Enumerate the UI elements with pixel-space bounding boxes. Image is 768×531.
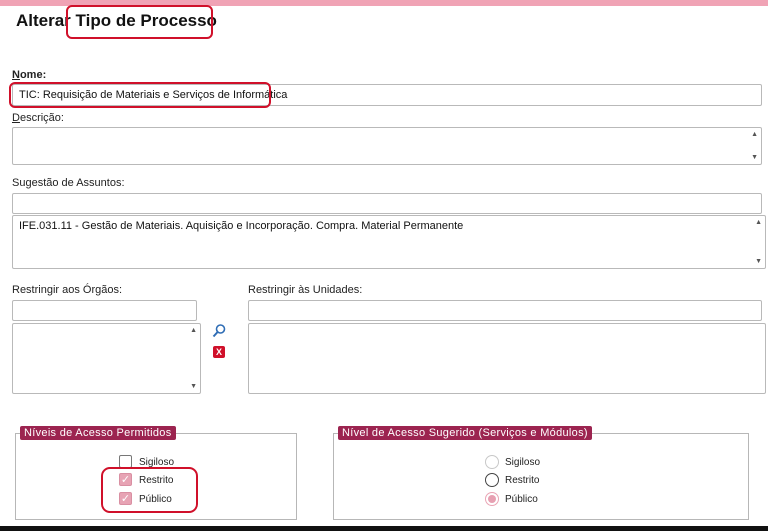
checkbox-highlight-box [101,467,198,513]
radio-circle[interactable] [485,455,499,469]
sugestao-assuntos-list[interactable]: IFE.031.11 - Gestão de Materiais. Aquisi… [12,215,766,269]
remove-x-icon[interactable]: X [213,346,225,358]
radio-label: Restrito [505,475,540,486]
scroll-up-icon[interactable]: ▲ [755,219,762,226]
magnifier-icon[interactable] [211,323,227,339]
descricao-textarea[interactable]: ▲ ▼ [12,127,762,165]
scroll-up-icon[interactable]: ▲ [751,131,758,138]
nome-highlight-box [9,82,271,108]
descricao-label: Descrição: [12,112,64,124]
sugestao-assuntos-label: Sugestão de Assuntos: [12,177,125,189]
radio-label: Público [505,494,538,505]
restringir-unidades-input[interactable] [248,300,762,321]
scroll-down-icon[interactable]: ▼ [755,258,762,265]
scroll-up-icon[interactable]: ▲ [190,327,197,334]
nome-label: Nome: [12,69,47,81]
sugestao-assuntos-input[interactable] [12,193,762,214]
scroll-down-icon[interactable]: ▼ [751,154,758,161]
radio-sigiloso[interactable]: Sigiloso [485,455,565,471]
scroll-down-icon[interactable]: ▼ [190,383,197,390]
restringir-unidades-label: Restringir às Unidades: [248,284,363,296]
restringir-unidades-list[interactable] [248,323,766,394]
assunto-list-item[interactable]: IFE.031.11 - Gestão de Materiais. Aquisi… [19,220,463,232]
radio-circle[interactable] [485,473,499,487]
title-highlight-box [66,5,213,39]
radio-restrito[interactable]: Restrito [485,473,565,489]
restringir-orgaos-input[interactable] [12,300,197,321]
bottom-bar [0,526,768,531]
restringir-orgaos-label: Restringir aos Órgãos: [12,284,123,296]
page-title-prefix: Alterar [16,11,71,30]
radio-publico[interactable]: Público [485,492,565,508]
restringir-orgaos-list[interactable]: ▲ ▼ [12,323,201,394]
niveis-acesso-legend: Níveis de Acesso Permitidos [20,426,176,440]
nivel-sugerido-legend: Nível de Acesso Sugerido (Serviços e Mód… [338,426,592,440]
radio-label: Sigiloso [505,457,541,468]
radio-circle-selected[interactable] [485,492,499,506]
